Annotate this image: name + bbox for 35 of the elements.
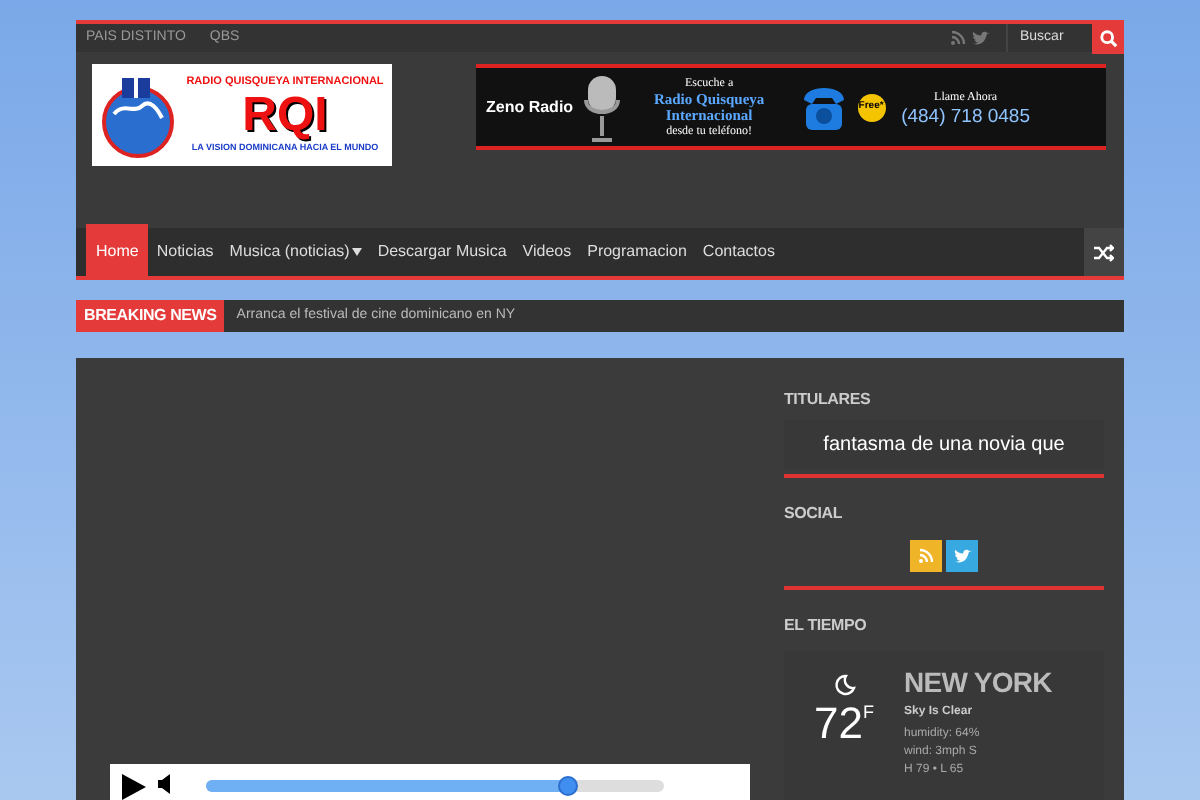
globe-flag-icon [98,73,178,157]
rss-icon[interactable] [950,30,966,46]
widget-title: TITULARES [784,388,873,412]
twitter-icon [953,548,971,564]
nav-tab[interactable]: Videos [514,228,580,276]
temperature-unit: F [862,700,874,726]
microphone-icon [581,71,622,143]
widget-title: EL TIEMPO [784,614,869,638]
random-button[interactable] [1084,228,1124,276]
nav-tab[interactable]: Programacion [579,228,695,276]
rss-icon [918,548,934,564]
temperature: 72 [814,700,863,748]
search-button[interactable] [1092,22,1124,54]
nav-tab[interactable]: Contactos [694,228,783,276]
speaker-icon[interactable] [158,774,170,794]
moon-icon [833,674,855,696]
twitter-icon[interactable] [972,30,990,46]
city-name: NEW YORK [904,664,1052,702]
twitter-button[interactable] [946,540,978,572]
progress-thumb[interactable] [557,776,578,796]
nav-tab[interactable]: Musica (noticias) [221,228,370,276]
widget-title: SOCIAL [784,502,845,526]
banner-brand: Zeno Radio [486,95,574,119]
progress-track[interactable] [206,780,664,792]
phone-number: (484) 718 0485 [901,107,1031,127]
dropdown-caret-icon [351,248,362,256]
shuffle-icon [1094,243,1114,261]
nav-tab[interactable]: Home [86,224,149,276]
nav-tab[interactable]: Noticias [148,228,222,276]
search-icon [1099,29,1117,47]
headline-ticker[interactable]: fantasma de una novia que [823,430,1065,460]
nav-tab[interactable]: Descargar Musica [369,228,515,276]
breaking-news-label: BREAKING NEWS [76,300,225,332]
play-icon[interactable] [122,774,146,800]
logo-acronym: RQI [242,90,328,143]
